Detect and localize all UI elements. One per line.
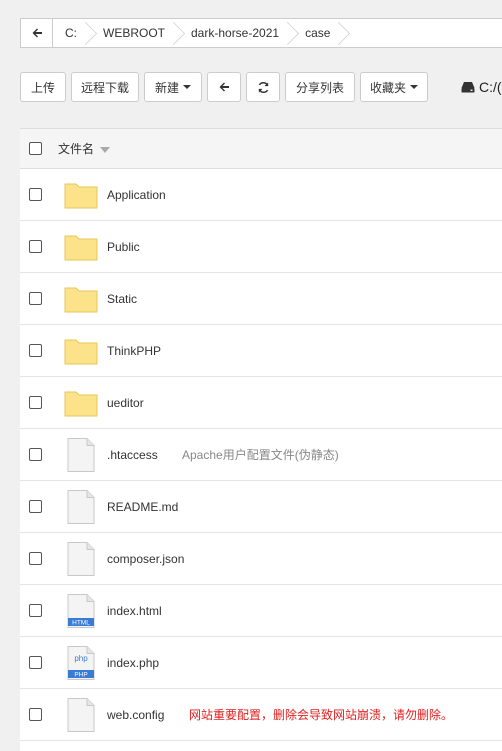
share-list-button[interactable]: 分享列表 — [285, 72, 355, 102]
folder-icon — [64, 339, 98, 364]
favorites-dropdown-button[interactable]: 收藏夹 — [360, 72, 428, 102]
file-type-icon — [64, 386, 98, 420]
file-type-icon — [64, 489, 98, 524]
folder-icon — [64, 183, 98, 208]
table-row[interactable]: ThinkPHP — [20, 325, 502, 377]
file-name[interactable]: .htaccess — [107, 448, 158, 462]
toolbar: 上传 远程下载 新建 分享列表 收藏夹 C:/( — [20, 72, 502, 102]
refresh-icon — [258, 81, 268, 93]
table-row[interactable]: Static — [20, 273, 502, 325]
breadcrumb-item-webroot[interactable]: WEBROOT — [91, 19, 179, 47]
file-rows: Application Public Static ThinkPHP ueditor .h… — [20, 169, 502, 741]
file-list: 文件名 Application Public Static ThinkPHP uedit… — [20, 128, 502, 751]
row-checkbox[interactable] — [29, 292, 42, 305]
file-type-icon — [64, 178, 98, 212]
row-checkbox[interactable] — [29, 344, 42, 357]
file-name[interactable]: index.php — [107, 656, 159, 670]
file-icon — [67, 489, 95, 524]
file-badge: HTML — [72, 619, 90, 626]
breadcrumb-item-case[interactable]: case — [293, 19, 344, 47]
file-name[interactable]: README.md — [107, 500, 178, 514]
row-checkbox[interactable] — [29, 500, 42, 513]
file-type-icon: php PHP — [64, 645, 98, 680]
file-note: 网站重要配置，删除会导致网站崩溃，请勿删除。 — [189, 708, 454, 722]
table-row[interactable]: Public — [20, 221, 502, 273]
row-checkbox[interactable] — [29, 240, 42, 253]
folder-icon — [64, 287, 98, 312]
file-badge: PHP — [74, 671, 87, 678]
file-type-icon — [64, 541, 98, 576]
file-name[interactable]: web.config — [107, 708, 164, 722]
row-checkbox[interactable] — [29, 604, 42, 617]
row-checkbox[interactable] — [29, 448, 42, 461]
table-row[interactable]: composer.json — [20, 533, 502, 585]
row-checkbox[interactable] — [29, 708, 42, 721]
sort-caret-icon — [100, 146, 111, 153]
arrow-left-icon — [32, 28, 42, 38]
file-list-header: 文件名 — [20, 129, 502, 169]
file-name[interactable]: ueditor — [107, 396, 144, 410]
row-checkbox[interactable] — [29, 552, 42, 565]
remote-download-button[interactable]: 远程下载 — [71, 72, 139, 102]
file-type-icon — [64, 230, 98, 264]
file-icon — [67, 697, 95, 732]
table-row[interactable]: README.md — [20, 481, 502, 533]
folder-icon — [64, 235, 98, 260]
file-name[interactable]: ThinkPHP — [107, 344, 161, 358]
file-name[interactable]: composer.json — [107, 552, 184, 566]
file-name[interactable]: Application — [107, 188, 166, 202]
file-note: Apache用户配置文件(伪静态) — [182, 448, 339, 462]
column-header-filename[interactable]: 文件名 — [58, 140, 111, 157]
row-checkbox[interactable] — [29, 188, 42, 201]
breadcrumb: C: WEBROOT dark-horse-2021 case — [20, 18, 502, 48]
row-checkbox[interactable] — [29, 656, 42, 669]
breadcrumb-back-button[interactable] — [21, 19, 53, 47]
file-type-icon: HTML — [64, 593, 98, 628]
folder-icon — [64, 391, 98, 416]
file-type-icon — [64, 697, 98, 732]
select-all-checkbox[interactable] — [29, 142, 42, 155]
upload-button[interactable]: 上传 — [20, 72, 66, 102]
breadcrumb-item-project[interactable]: dark-horse-2021 — [179, 19, 293, 47]
breadcrumb-item-drive[interactable]: C: — [53, 19, 91, 47]
file-name[interactable]: index.html — [107, 604, 162, 618]
caret-down-icon — [410, 85, 419, 89]
row-checkbox[interactable] — [29, 396, 42, 409]
hard-drive-icon — [461, 82, 475, 93]
file-icon — [67, 541, 95, 576]
table-row[interactable]: .htaccess Apache用户配置文件(伪静态) — [20, 429, 502, 481]
file-icon — [67, 437, 95, 472]
refresh-button[interactable] — [246, 72, 280, 102]
arrow-left-icon — [219, 82, 229, 92]
file-glyph: php — [74, 654, 88, 663]
table-row[interactable]: Application — [20, 169, 502, 221]
file-type-icon — [64, 334, 98, 368]
drive-selector[interactable]: C:/( — [461, 79, 502, 95]
table-row[interactable]: HTML index.html — [20, 585, 502, 637]
back-button[interactable] — [207, 72, 241, 102]
table-row[interactable]: web.config 网站重要配置，删除会导致网站崩溃，请勿删除。 — [20, 689, 502, 741]
file-type-icon — [64, 437, 98, 472]
caret-down-icon — [183, 85, 192, 89]
file-name[interactable]: Public — [107, 240, 140, 254]
table-row[interactable]: php PHP index.php — [20, 637, 502, 689]
new-dropdown-button[interactable]: 新建 — [144, 72, 202, 102]
file-name[interactable]: Static — [107, 292, 137, 306]
file-type-icon — [64, 282, 98, 316]
html-file-icon: HTML — [67, 593, 95, 628]
table-row[interactable]: ueditor — [20, 377, 502, 429]
php-file-icon: php PHP — [67, 645, 95, 680]
